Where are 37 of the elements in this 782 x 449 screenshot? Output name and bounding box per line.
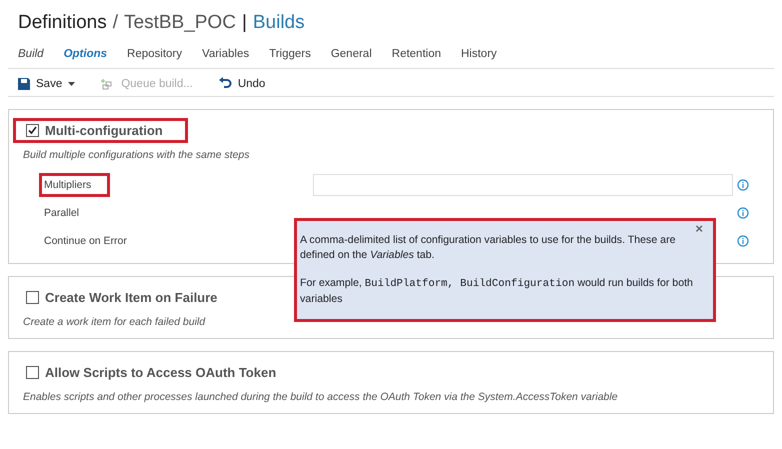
field-label: Parallel: [43, 206, 80, 221]
tab[interactable]: Variables: [202, 48, 250, 60]
save-button[interactable]: Save: [18, 78, 76, 90]
option-description: Create a work item for each failed build: [23, 316, 206, 328]
option-description: Enables scripts and other processes launched during the build to access the OAuth Token via the System.AccessToken variable: [23, 391, 619, 403]
field-label: Continue on Error: [43, 234, 128, 249]
option-description: Build multiple configurations with the same steps: [23, 149, 250, 161]
checkbox[interactable]: [26, 291, 39, 304]
option-title: Allow Scripts to Access OAuth Token: [45, 365, 276, 380]
option-title: Create Work Item on Failure: [45, 290, 218, 305]
breadcrumb-divider: |: [242, 12, 247, 34]
tab[interactable]: General: [330, 48, 372, 60]
tooltip-example: For example, BuildPlatform, BuildConfiguration would run builds for both variables: [300, 276, 694, 307]
breadcrumb-current: Builds: [252, 12, 305, 34]
tooltip-text: A comma-delimited list of configuration variables to use for the builds. These are defined on the Variables tab.: [300, 233, 676, 263]
close-button[interactable]: ×: [695, 221, 703, 236]
caret-icon: [68, 82, 76, 86]
checkbox[interactable]: [26, 366, 39, 379]
breadcrumb-project[interactable]: TestBB_POC: [124, 12, 236, 34]
breadcrumb-separator: /: [112, 12, 118, 34]
breadcrumb-root[interactable]: Definitions: [18, 12, 107, 34]
tab[interactable]: Repository: [127, 48, 182, 60]
option-title: Multi-configuration: [45, 123, 163, 138]
field-label: Multipliers: [39, 173, 110, 197]
undo-icon: [218, 77, 232, 90]
tab[interactable]: Options: [64, 48, 108, 60]
tab[interactable]: Build: [18, 48, 44, 60]
undo-button[interactable]: Undo: [218, 77, 266, 90]
save-icon: [18, 78, 30, 90]
info-icon[interactable]: [737, 207, 749, 219]
tab[interactable]: History: [461, 48, 497, 60]
input-field[interactable]: [313, 174, 733, 196]
checkbox[interactable]: [26, 124, 39, 137]
tab[interactable]: Retention: [392, 48, 441, 60]
tab[interactable]: Triggers: [269, 48, 311, 60]
info-icon[interactable]: [737, 179, 749, 191]
info-icon[interactable]: [737, 235, 749, 247]
